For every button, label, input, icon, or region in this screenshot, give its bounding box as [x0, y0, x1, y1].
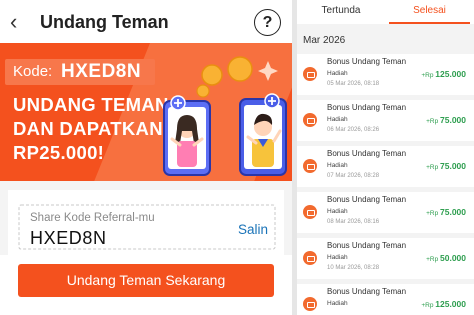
transaction-type: Hadiah [327, 116, 348, 123]
headline-line: UNDANG TEMAN [13, 94, 169, 115]
history-panel: Tertunda Selesai Mar 2026 Bonus Undang T… [297, 0, 474, 315]
transaction-amount: +Rp 125.000 [421, 69, 466, 79]
promo-banner: Kode: HXED8N UNDANG TEMAN DAN DAPATKAN R… [0, 43, 292, 181]
tab-completed[interactable]: Selesai [385, 0, 474, 24]
invite-screen: ‹ Undang Teman ? Kode: HXED8N UNDANG TEM… [0, 0, 292, 315]
wallet-icon [303, 159, 317, 173]
transaction-title: Bonus Undang Teman [327, 241, 407, 250]
transaction-amount: +Rp 50.000 [426, 253, 466, 263]
referral-code: HXED8N [61, 61, 142, 82]
status-tabs: Tertunda Selesai [297, 0, 474, 24]
wallet-icon [303, 67, 317, 81]
transaction-date: 05 Mar 2026, 08:18 [327, 81, 380, 87]
transaction-type: Hadiah [327, 208, 348, 215]
transaction-item[interactable]: Bonus Undang Teman Hadiah 05 Mar 2026, 0… [297, 54, 474, 95]
back-arrow-icon[interactable]: ‹ [10, 11, 30, 33]
page-title: Undang Teman [40, 12, 169, 32]
transaction-date: 10 Mar 2026, 08:28 [327, 265, 380, 271]
top-bar: ‹ Undang Teman ? [0, 0, 292, 43]
wallet-icon [303, 251, 317, 265]
transaction-title: Bonus Undang Teman [327, 57, 407, 66]
wallet-icon [303, 205, 317, 219]
month-header: Mar 2026 [303, 35, 346, 46]
transaction-type: Hadiah [327, 254, 348, 261]
help-icon[interactable]: ? [254, 9, 281, 36]
transaction-item[interactable]: Bonus Undang Teman Hadiah 06 Mar 2026, 0… [297, 100, 474, 141]
transaction-title: Bonus Undang Teman [327, 103, 407, 112]
transaction-date: 06 Mar 2026, 08:26 [327, 127, 380, 133]
transaction-title: Bonus Undang Teman [327, 149, 407, 158]
transaction-title: Bonus Undang Teman [327, 287, 407, 296]
transaction-item[interactable]: Bonus Undang Teman Hadiah 07 Mar 2026, 0… [297, 146, 474, 187]
transaction-item[interactable]: Bonus Undang Teman Hadiah 10 Mar 2026, 0… [297, 238, 474, 279]
transaction-type: Hadiah [327, 162, 348, 169]
share-code-value: HXED8N [30, 228, 107, 248]
transaction-amount: +Rp 125.000 [421, 299, 466, 309]
transaction-date: 07 Mar 2026, 08:28 [327, 173, 380, 179]
friends-phones-illustration [163, 56, 287, 176]
wallet-icon [303, 113, 317, 127]
promo-headline: UNDANG TEMAN DAN DAPATKAN RP25.000! [13, 93, 169, 165]
transaction-item[interactable]: Bonus Undang Teman Hadiah +Rp 125.000 [297, 284, 474, 315]
transaction-type: Hadiah [327, 300, 348, 307]
headline-line: DAN DAPATKAN [13, 118, 163, 139]
active-tab-indicator [389, 22, 470, 24]
transaction-type: Hadiah [327, 70, 348, 77]
copy-code-button[interactable]: Salin [238, 222, 268, 237]
invite-friends-button[interactable]: Undang Teman Sekarang [18, 264, 274, 297]
transaction-item[interactable]: Bonus Undang Teman Hadiah 08 Mar 2026, 0… [297, 192, 474, 233]
transaction-amount: +Rp 75.000 [426, 161, 466, 171]
headline-line: RP25.000! [13, 142, 105, 163]
transaction-title: Bonus Undang Teman [327, 195, 407, 204]
wallet-icon [303, 297, 317, 311]
transaction-amount: +Rp 75.000 [426, 115, 466, 125]
share-code-label: Share Kode Referral-mu [30, 212, 155, 224]
transaction-date: 08 Mar 2026, 08:16 [327, 219, 380, 225]
transaction-amount: +Rp 75.000 [426, 207, 466, 217]
code-label: Kode: [13, 63, 53, 80]
tab-pending[interactable]: Tertunda [297, 0, 385, 24]
